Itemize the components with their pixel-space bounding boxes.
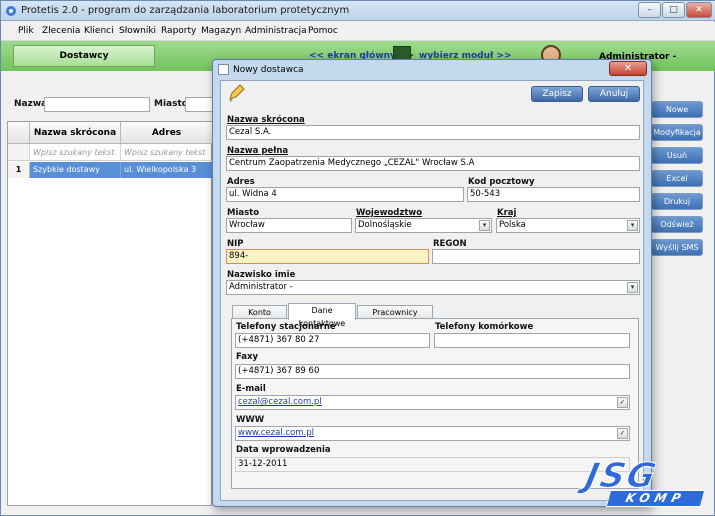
- nip-label: NIP: [227, 239, 244, 249]
- wojewodztwo-label: Wojewodztwo: [356, 208, 423, 218]
- app-icon: [6, 6, 16, 16]
- data-wprowadzenia-label: Data wprowadzenia: [236, 445, 331, 455]
- chevron-down-icon[interactable]: ▾: [479, 220, 490, 231]
- edit-pencil-icon: [229, 84, 245, 102]
- nazwa-skrocona-label: Nazwa skrócona: [227, 115, 305, 125]
- drukuj-button[interactable]: Drukuj: [651, 193, 703, 210]
- wojewodztwo-select[interactable]: Dolnośląskie ▾: [355, 218, 492, 233]
- dialog-title: Nowy dostawca: [233, 65, 304, 75]
- menu-zlecenia[interactable]: Zlecenia: [42, 26, 80, 36]
- grid-filter-cell[interactable]: Wpisz szukany tekst: [121, 144, 213, 161]
- dialog-icon: [218, 64, 229, 75]
- column-header-adres[interactable]: Adres: [121, 122, 213, 144]
- minimize-button[interactable]: –: [638, 2, 661, 18]
- chevron-down-icon[interactable]: ▾: [627, 282, 638, 293]
- tel-kom-input[interactable]: [434, 333, 630, 348]
- faxy-input[interactable]: (+4871) 367 89 60: [235, 364, 630, 379]
- nazwa-filter-input[interactable]: [44, 97, 150, 112]
- miasto-filter-input[interactable]: [185, 97, 215, 112]
- dialog-close-button[interactable]: ✕: [609, 61, 647, 76]
- check-icon[interactable]: ✓: [617, 397, 628, 408]
- www-label: WWW: [236, 415, 265, 425]
- miasto-input[interactable]: Wrocław: [226, 218, 352, 233]
- menu-plik[interactable]: Plik: [18, 26, 34, 36]
- maximize-button[interactable]: □: [662, 2, 685, 18]
- filter-row-header: [8, 144, 30, 161]
- kraj-value: Polska: [499, 220, 526, 230]
- kraj-label: Kraj: [497, 208, 517, 218]
- check-icon[interactable]: ✓: [617, 428, 628, 439]
- window-title: Protetis 2.0 - program do zarządzania la…: [21, 5, 350, 16]
- email-link[interactable]: cezal@cezal.com.pl: [238, 397, 322, 407]
- menu-bar: Plik Zlecenia Klienci Słowniki Raporty M…: [1, 22, 715, 41]
- adres-input[interactable]: ul. Widna 4: [226, 187, 464, 202]
- wojewodztwo-value: Dolnośląskie: [358, 220, 412, 230]
- dialog-title-bar: Nowy dostawca ✕: [213, 60, 651, 80]
- www-field[interactable]: www.cezal.com.pl ✓: [235, 426, 630, 441]
- menu-klienci[interactable]: Klienci: [84, 26, 114, 36]
- title-bar: Protetis 2.0 - program do zarządzania la…: [1, 1, 715, 21]
- nazwa-pelna-label: Nazwa pełna: [227, 146, 289, 156]
- email-label: E-mail: [236, 384, 266, 394]
- table-row[interactable]: ul. Wielkopolska 3: [121, 162, 213, 178]
- nazwisko-label: Nazwisko imie: [227, 270, 296, 280]
- excel-button[interactable]: Excel: [651, 170, 703, 187]
- supplier-dialog: Nowy dostawca ✕ Zapisz Anuluj Nazwa skró…: [212, 59, 652, 507]
- column-header-nazwa[interactable]: Nazwa skrócona: [30, 122, 121, 144]
- www-link[interactable]: www.cezal.com.pl: [238, 428, 314, 438]
- menu-pomoc[interactable]: Pomoc: [308, 26, 338, 36]
- nip-input[interactable]: 894-: [226, 249, 429, 264]
- regon-input[interactable]: [432, 249, 640, 264]
- row-number: 1: [8, 162, 30, 178]
- tel-kom-label: Telefony komórkowe: [435, 322, 534, 332]
- menu-raporty[interactable]: Raporty: [161, 26, 196, 36]
- tab-dane-kontaktowe[interactable]: Dane kontaktowe: [288, 303, 356, 328]
- cancel-button[interactable]: Anuluj: [588, 86, 640, 102]
- nazwisko-value: Administrator -: [229, 282, 293, 292]
- email-field[interactable]: cezal@cezal.com.pl ✓: [235, 395, 630, 410]
- kod-pocztowy-label: Kod pocztowy: [468, 177, 535, 187]
- menu-magazyn[interactable]: Magazyn: [201, 26, 241, 36]
- kraj-select[interactable]: Polska ▾: [496, 218, 640, 233]
- section-dostawcy[interactable]: Dostawcy: [13, 45, 155, 67]
- modyfikacja-button[interactable]: Modyfikacja: [651, 124, 703, 141]
- save-button[interactable]: Zapisz: [531, 86, 583, 102]
- faxy-label: Faxy: [236, 352, 259, 362]
- regon-label: REGON: [433, 239, 467, 249]
- grid-filter-cell[interactable]: Wpisz szukany tekst: [30, 144, 121, 161]
- kod-pocztowy-input[interactable]: 50-543: [467, 187, 640, 202]
- close-button[interactable]: ✕: [686, 2, 712, 18]
- table-row[interactable]: Szybkie dostawy: [30, 162, 121, 178]
- logo-text-bottom: KOMP: [605, 490, 706, 507]
- odswiez-button[interactable]: Odśwież: [651, 216, 703, 233]
- nowe-button[interactable]: Nowe: [651, 101, 703, 118]
- suppliers-grid: Nazwa skrócona Adres Wpisz szukany tekst…: [7, 121, 213, 506]
- usun-button[interactable]: Usuń: [651, 147, 703, 164]
- nazwa-pelna-input[interactable]: Centrum Zaopatrzenia Medycznego „CEZAL" …: [226, 156, 640, 171]
- chevron-down-icon[interactable]: ▾: [627, 220, 638, 231]
- menu-slowniki[interactable]: Słowniki: [119, 26, 156, 36]
- jsg-komp-logo: JSG KOMP: [548, 456, 708, 510]
- nazwa-skrocona-input[interactable]: Cezal S.A.: [226, 125, 640, 140]
- tel-stac-input[interactable]: (+4871) 367 80 27: [235, 333, 430, 348]
- wyslij-sms-button[interactable]: Wyślij SMS: [651, 239, 703, 256]
- adres-label: Adres: [227, 177, 255, 187]
- grid-corner: [8, 122, 30, 144]
- nazwa-filter-label: Nazwa: [14, 99, 48, 109]
- miasto-filter-label: Miasto: [154, 99, 188, 109]
- nazwisko-select[interactable]: Administrator - ▾: [226, 280, 640, 295]
- menu-administracja[interactable]: Administracja: [245, 26, 307, 36]
- miasto-label: Miasto: [227, 208, 260, 218]
